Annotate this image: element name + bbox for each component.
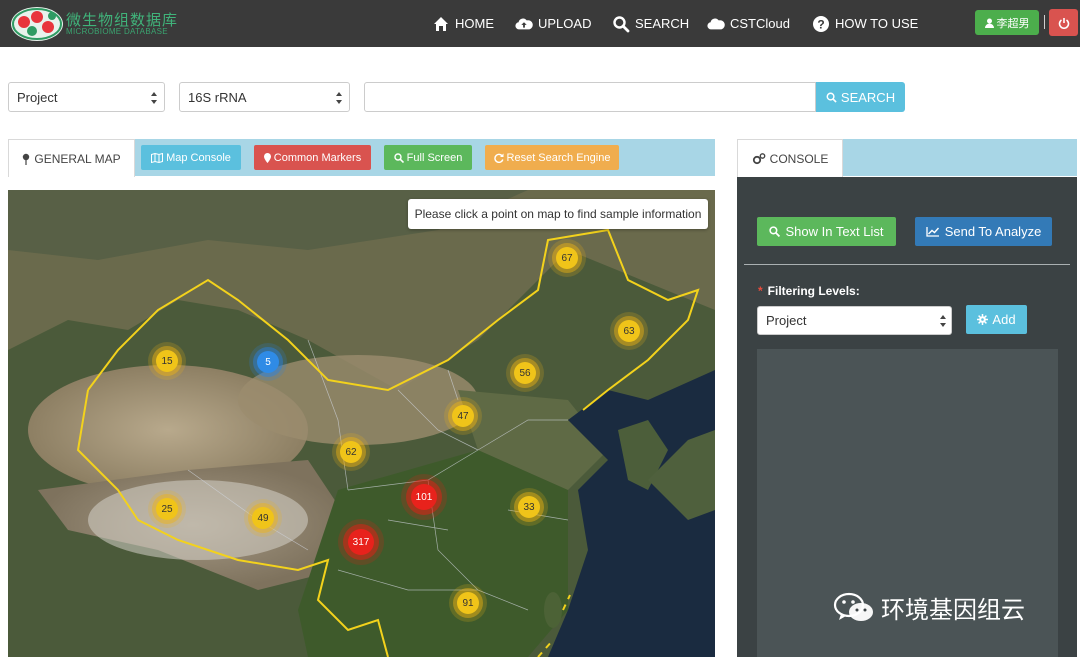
watermark-text: 环境基因组云 <box>881 596 1025 624</box>
satellite-map[interactable] <box>8 190 715 657</box>
nav-upload[interactable]: UPLOAD <box>515 0 591 47</box>
reset-search-engine-label: Reset Search Engine <box>506 151 611 164</box>
select-caret-icon <box>151 92 157 104</box>
question-icon: ? <box>813 15 829 32</box>
marker-select[interactable]: 16S rRNA <box>179 82 350 112</box>
map-cluster-marker[interactable]: 33 <box>518 496 540 518</box>
full-screen-button[interactable]: Full Screen <box>384 145 472 170</box>
select-caret-icon <box>940 315 946 327</box>
refresh-icon <box>493 153 504 163</box>
nav-home[interactable]: HOME <box>432 0 494 47</box>
power-icon <box>1058 17 1069 29</box>
map-terrain <box>8 190 715 657</box>
cloud-upload-icon <box>515 18 533 29</box>
map-cluster-marker[interactable]: 5 <box>257 351 279 373</box>
logo-icon[interactable] <box>10 5 64 43</box>
map-tooltip: Please click a point on map to find samp… <box>408 199 708 229</box>
map-cluster-marker[interactable]: 49 <box>252 507 274 529</box>
map-cluster-marker[interactable]: 67 <box>556 247 578 269</box>
gear-icon <box>977 314 989 325</box>
cloud-icon <box>707 18 725 29</box>
common-markers-button[interactable]: Common Markers <box>254 145 371 170</box>
filter-level-select[interactable]: Project <box>757 306 952 335</box>
select-caret-icon <box>336 92 342 104</box>
home-icon <box>434 16 448 31</box>
watermark: 环境基因组云 <box>833 590 1025 625</box>
map-cluster-marker[interactable]: 91 <box>457 592 479 614</box>
map-cluster-marker[interactable]: 317 <box>348 529 374 555</box>
search-icon <box>826 92 837 103</box>
tab-console[interactable]: CONSOLE <box>737 139 843 177</box>
nav-search-label: SEARCH <box>635 16 690 31</box>
filtering-levels-label: * Filtering Levels: <box>758 284 860 298</box>
nav-upload-label: UPLOAD <box>538 16 592 31</box>
send-to-analyze-label: Send To Analyze <box>944 224 1042 239</box>
send-to-analyze-button[interactable]: Send To Analyze <box>915 217 1052 246</box>
zoom-in-icon <box>769 226 781 237</box>
nav-cstcloud[interactable]: CSTCloud <box>707 0 790 47</box>
svg-text:?: ? <box>817 17 824 31</box>
add-filter-label: Add <box>992 312 1016 327</box>
line-chart-icon <box>926 227 939 237</box>
divider <box>1044 15 1045 29</box>
map-cluster-marker[interactable]: 101 <box>411 484 437 510</box>
map-icon <box>151 152 164 163</box>
add-filter-button[interactable]: Add <box>966 305 1027 334</box>
nav-how-to-use[interactable]: ? HOW TO USE <box>812 0 918 47</box>
reset-search-engine-button[interactable]: Reset Search Engine <box>485 145 619 170</box>
map-cluster-marker[interactable]: 62 <box>340 441 362 463</box>
logo-title-en: MICROBIOME DATABASE <box>66 27 168 36</box>
common-markers-label: Common Markers <box>273 151 362 164</box>
map-cluster-marker[interactable]: 15 <box>156 350 178 372</box>
map-cluster-marker[interactable]: 47 <box>452 405 474 427</box>
tab-general-map-label: GENERAL MAP <box>34 151 121 166</box>
user-button[interactable]: 李超男 <box>975 10 1039 35</box>
gears-icon <box>752 152 766 164</box>
nav-cstcloud-label: CSTCloud <box>730 16 790 31</box>
map-marker-icon <box>23 153 30 165</box>
tab-console-label: CONSOLE <box>769 151 829 166</box>
required-asterisk-icon: * <box>758 284 763 298</box>
map-cluster-marker[interactable]: 56 <box>514 362 536 384</box>
nav-how-to-use-label: HOW TO USE <box>835 16 919 31</box>
type-select-value: Project <box>17 89 58 105</box>
tab-general-map[interactable]: GENERAL MAP <box>8 139 135 177</box>
logout-button[interactable] <box>1049 9 1078 36</box>
search-button[interactable]: SEARCH <box>816 82 905 112</box>
search-input[interactable] <box>364 82 816 112</box>
map-console-button[interactable]: Map Console <box>141 145 241 170</box>
divider <box>744 264 1070 265</box>
zoom-in-icon <box>393 152 404 163</box>
marker-select-value: 16S rRNA <box>188 89 247 105</box>
map-cluster-marker[interactable]: 63 <box>618 320 640 342</box>
nav-home-label: HOME <box>455 16 494 31</box>
filter-level-select-value: Project <box>766 313 807 328</box>
type-select[interactable]: Project <box>8 82 165 112</box>
map-cluster-marker[interactable]: 25 <box>156 498 178 520</box>
search-icon <box>613 15 630 32</box>
show-in-text-list-button[interactable]: Show In Text List <box>757 217 896 246</box>
user-name: 李超男 <box>996 16 1030 30</box>
map-console-label: Map Console <box>166 151 231 164</box>
filtering-levels-text: Filtering Levels: <box>767 284 860 298</box>
user-icon <box>984 18 994 28</box>
show-in-text-list-label: Show In Text List <box>785 224 884 239</box>
nav-search[interactable]: SEARCH <box>612 0 689 47</box>
map-marker-icon <box>263 152 271 163</box>
full-screen-label: Full Screen <box>406 151 463 164</box>
wechat-icon <box>833 592 873 621</box>
search-button-label: SEARCH <box>840 89 896 105</box>
